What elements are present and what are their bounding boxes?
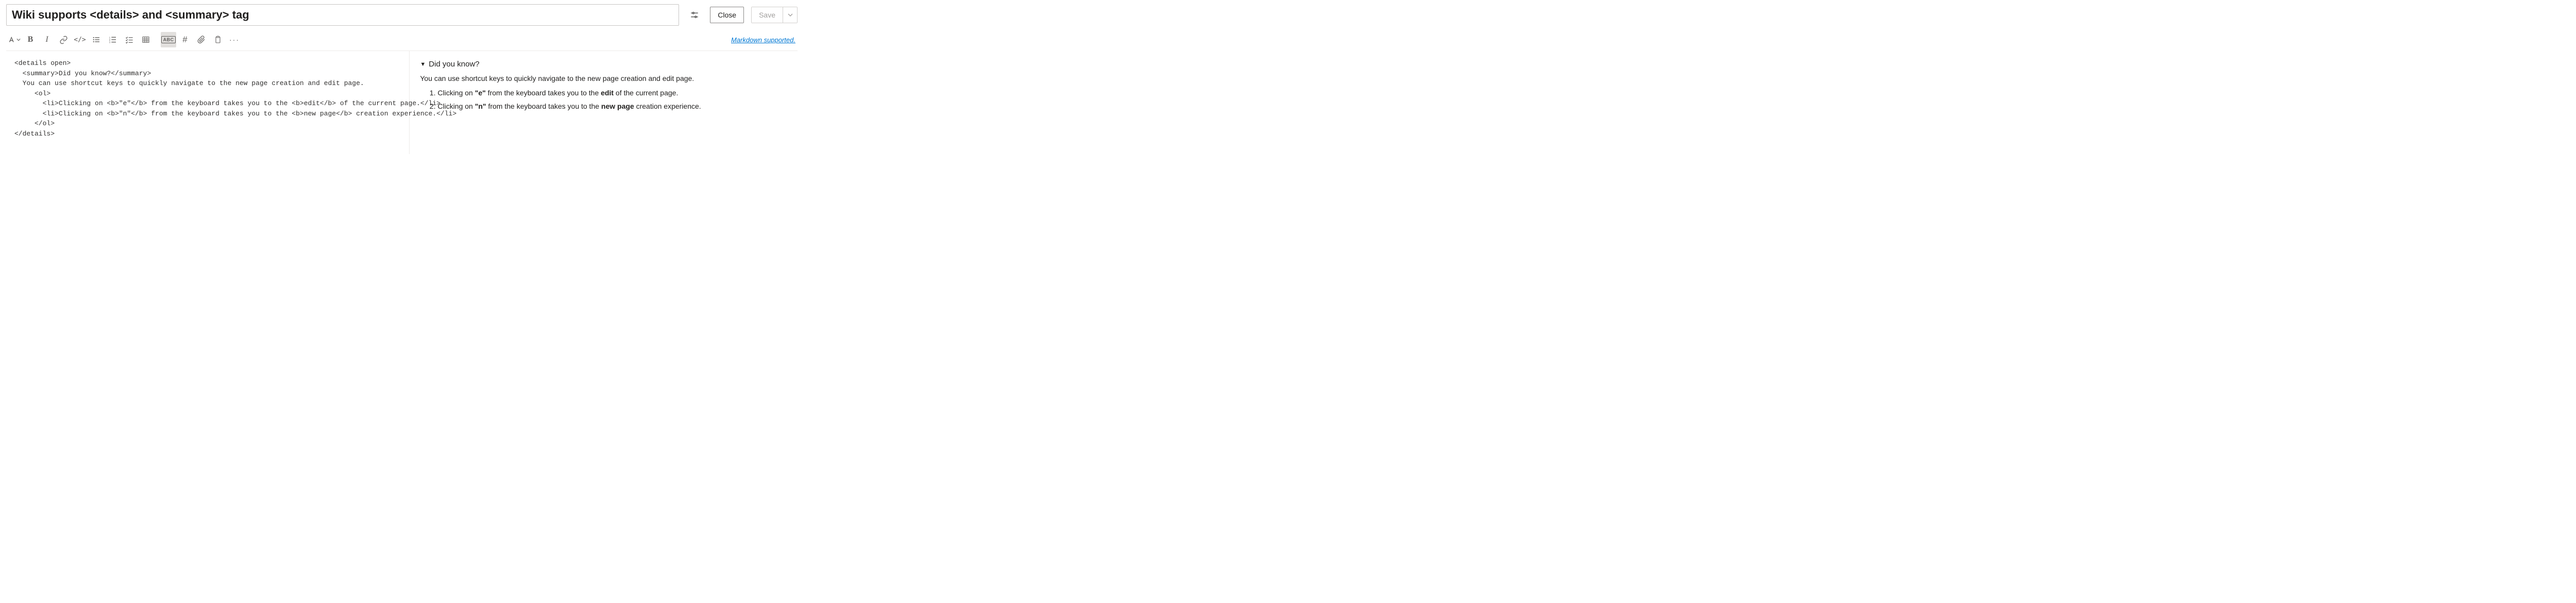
- bold-button[interactable]: B: [23, 32, 38, 47]
- save-button[interactable]: Save: [752, 7, 783, 23]
- disclosure-triangle-icon: ▼: [420, 60, 426, 69]
- preview-summary[interactable]: ▼Did you know?: [420, 58, 787, 70]
- list-item: Clicking on "e" from the keyboard takes …: [437, 88, 787, 99]
- close-button[interactable]: Close: [710, 7, 744, 23]
- title-row: Close Save: [6, 4, 798, 26]
- table-icon: [142, 36, 150, 44]
- toolbar-left: B I </>: [6, 32, 242, 47]
- wiki-edit-page: Close Save B I: [0, 0, 804, 154]
- italic-button[interactable]: I: [39, 32, 55, 47]
- save-split-button: Save: [751, 7, 798, 23]
- markdown-preview: ▼Did you know? You can use shortcut keys…: [410, 51, 798, 154]
- clipboard-icon: [214, 36, 222, 44]
- page-settings-button[interactable]: [686, 7, 703, 23]
- text-format-icon: [7, 35, 16, 44]
- attach-button[interactable]: [194, 32, 209, 47]
- svg-text:2: 2: [109, 39, 111, 41]
- bullet-list-icon: [92, 36, 100, 44]
- clipboard-button[interactable]: [210, 32, 226, 47]
- hash-icon: #: [182, 35, 187, 45]
- preview-list: Clicking on "e" from the keyboard takes …: [437, 88, 787, 112]
- save-menu-caret[interactable]: [783, 7, 797, 23]
- text-format-button[interactable]: [6, 32, 22, 47]
- preview-details[interactable]: ▼Did you know? You can use shortcut keys…: [420, 58, 787, 112]
- link-icon: [59, 36, 68, 44]
- heading-button[interactable]: #: [177, 32, 193, 47]
- numbered-list-button[interactable]: 1 2 3: [105, 32, 121, 47]
- chevron-down-icon: [788, 12, 793, 18]
- checklist-button[interactable]: [122, 32, 137, 47]
- code-icon: </>: [74, 36, 86, 44]
- more-button[interactable]: ···: [227, 32, 242, 47]
- ellipsis-icon: ···: [229, 36, 240, 44]
- bullet-list-button[interactable]: [89, 32, 104, 47]
- code-button[interactable]: </>: [72, 32, 88, 47]
- paperclip-icon: [197, 36, 206, 44]
- spellcheck-button[interactable]: ABC: [161, 32, 176, 47]
- svg-text:3: 3: [109, 41, 111, 44]
- page-title-input[interactable]: [6, 4, 679, 26]
- markdown-supported-link[interactable]: Markdown supported.: [731, 36, 798, 44]
- italic-icon: I: [45, 35, 48, 44]
- preview-intro: You can use shortcut keys to quickly nav…: [420, 73, 787, 85]
- checklist-icon: [125, 36, 133, 44]
- list-item: Clicking on "n" from the keyboard takes …: [437, 101, 787, 112]
- editor-preview-split: <details open> <summary>Did you know?</s…: [6, 51, 798, 154]
- bold-icon: B: [28, 35, 33, 44]
- numbered-list-icon: 1 2 3: [109, 36, 117, 44]
- markdown-editor[interactable]: <details open> <summary>Did you know?</s…: [6, 51, 410, 154]
- table-button[interactable]: [138, 32, 154, 47]
- sliders-icon: [690, 10, 699, 20]
- link-button[interactable]: [56, 32, 71, 47]
- spellcheck-icon: ABC: [161, 36, 176, 43]
- svg-text:1: 1: [109, 36, 111, 39]
- editor-toolbar: B I </>: [6, 30, 798, 51]
